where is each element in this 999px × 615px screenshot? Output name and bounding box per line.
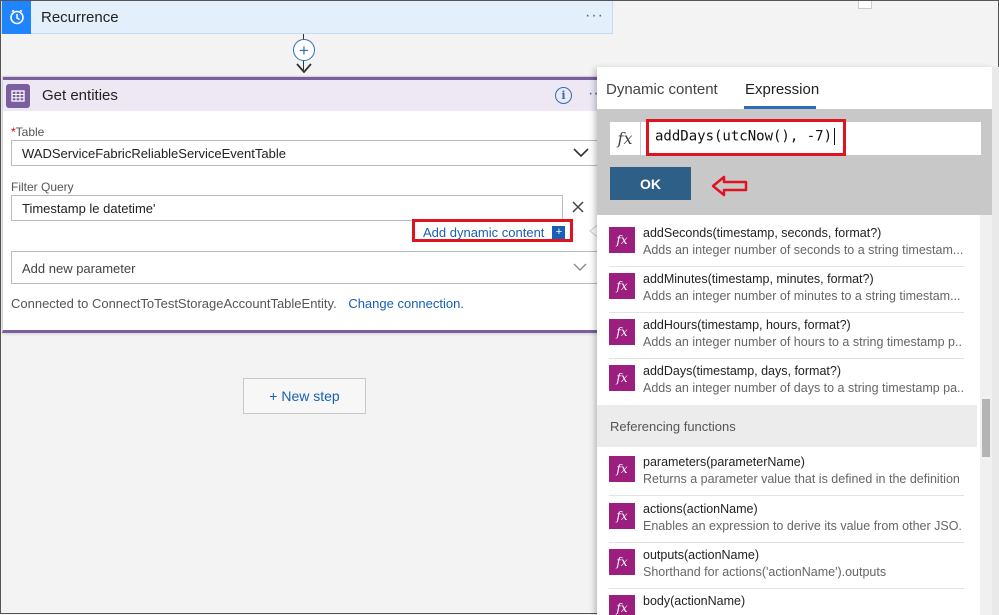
function-desc: Adds an integer number of minutes to a s… <box>643 289 961 303</box>
function-name: addMinutes(timestamp, minutes, format?) <box>643 272 874 286</box>
expression-text: addDays(utcNow(), -7) <box>655 128 833 145</box>
list-item[interactable]: fx addSeconds(timestamp, seconds, format… <box>609 221 964 267</box>
list-item[interactable]: fx addDays(timestamp, days, format?) Add… <box>609 359 964 405</box>
list-item[interactable]: fx outputs(actionName) Shorthand for act… <box>609 543 964 589</box>
connection-text: Connected to ConnectToTestStorageAccount… <box>11 296 337 311</box>
scrollbar-thumb[interactable] <box>982 399 990 457</box>
table-label-text: Table <box>15 125 45 139</box>
text-caret <box>834 128 836 145</box>
function-desc: Enables an expression to derive its valu… <box>643 519 963 533</box>
function-icon: fx <box>609 595 635 615</box>
insert-step-button[interactable]: + <box>293 39 315 61</box>
table-select[interactable]: WADServiceFabricReliableServiceEventTabl… <box>11 140 599 166</box>
function-name: outputs(actionName) <box>643 548 760 562</box>
arrow-down-icon <box>296 63 312 74</box>
get-entities-card: Get entities i ··· *Table WADServiceFabr… <box>2 76 605 333</box>
filter-query-label: Filter Query <box>11 180 74 194</box>
table-icon <box>6 83 30 108</box>
panel-tabs: Dynamic content Expression <box>597 67 992 109</box>
function-desc: Shorthand for actions('actionName').outp… <box>643 565 887 579</box>
dynamic-content-panel: Dynamic content Expression fx addDays(ut… <box>597 67 992 615</box>
add-dynamic-content-text: Add dynamic content <box>423 224 545 240</box>
function-icon: fx <box>609 365 635 391</box>
window-edge-tab <box>858 1 872 9</box>
section-header-referencing: Referencing functions <box>597 405 977 447</box>
info-icon[interactable]: i <box>555 87 572 104</box>
get-entities-header[interactable]: Get entities i ··· <box>3 77 604 111</box>
filter-query-input[interactable]: Timestamp le datetime' <box>11 195 563 221</box>
function-desc: Adds an integer number of hours to a str… <box>643 335 963 349</box>
clock-icon <box>2 0 31 34</box>
function-desc: Adds an integer number of seconds to a s… <box>643 243 963 257</box>
add-dynamic-content-link[interactable]: Add dynamic content + <box>412 219 573 242</box>
function-desc: Adds an integer number of days to a stri… <box>643 381 963 395</box>
expression-row: fx addDays(utcNow(), -7) <box>610 119 981 156</box>
new-step-button[interactable]: + New step <box>243 378 366 414</box>
recurrence-card[interactable]: Recurrence ··· <box>1 0 613 34</box>
function-name: addHours(timestamp, hours, format?) <box>643 318 851 332</box>
recurrence-title: Recurrence <box>41 8 119 26</box>
list-item[interactable]: fx addHours(timestamp, hours, format?) A… <box>609 313 964 359</box>
function-name: parameters(parameterName) <box>643 455 805 469</box>
function-name: actions(actionName) <box>643 502 758 516</box>
expression-input[interactable]: addDays(utcNow(), -7) <box>646 119 846 156</box>
connection-info: Connected to ConnectToTestStorageAccount… <box>11 296 464 311</box>
ok-button[interactable]: OK <box>610 167 691 200</box>
function-icon: fx <box>609 503 635 529</box>
chevron-down-icon-params[interactable] <box>572 262 588 272</box>
add-dynamic-plus-icon: + <box>552 225 566 239</box>
function-list-scrollbar[interactable] <box>980 215 992 615</box>
list-item[interactable]: fx parameters(parameterName) Returns a p… <box>609 450 964 496</box>
function-icon: fx <box>609 319 635 345</box>
tab-expression[interactable]: Expression <box>745 81 819 98</box>
list-item[interactable]: fx actions(actionName) Enables an expres… <box>609 497 964 543</box>
function-name: addDays(timestamp, days, format?) <box>643 364 841 378</box>
arrow-left-icon <box>711 175 748 197</box>
function-icon: fx <box>609 456 635 482</box>
function-name: body(actionName) <box>643 594 746 608</box>
add-new-parameter-select[interactable]: Add new parameter <box>11 251 599 284</box>
function-name: addSeconds(timestamp, seconds, format?) <box>643 226 882 240</box>
function-icon: fx <box>609 549 635 575</box>
function-icon: fx <box>609 273 635 299</box>
function-desc: Returns a parameter value that is define… <box>643 472 960 486</box>
get-entities-title: Get entities <box>42 87 118 104</box>
fx-icon: fx <box>610 122 641 155</box>
recurrence-more-icon[interactable]: ··· <box>585 7 604 25</box>
clear-filter-icon[interactable] <box>570 199 586 215</box>
change-connection-link[interactable]: Change connection. <box>348 296 464 311</box>
function-icon: fx <box>609 227 635 253</box>
chevron-down-icon[interactable] <box>572 147 590 159</box>
table-label: *Table <box>11 125 44 139</box>
page-scrollbar[interactable] <box>992 67 999 615</box>
tab-dynamic-content[interactable]: Dynamic content <box>606 81 718 98</box>
list-item[interactable]: fx addMinutes(timestamp, minutes, format… <box>609 267 964 313</box>
list-item[interactable]: fx body(actionName) <box>609 589 964 615</box>
